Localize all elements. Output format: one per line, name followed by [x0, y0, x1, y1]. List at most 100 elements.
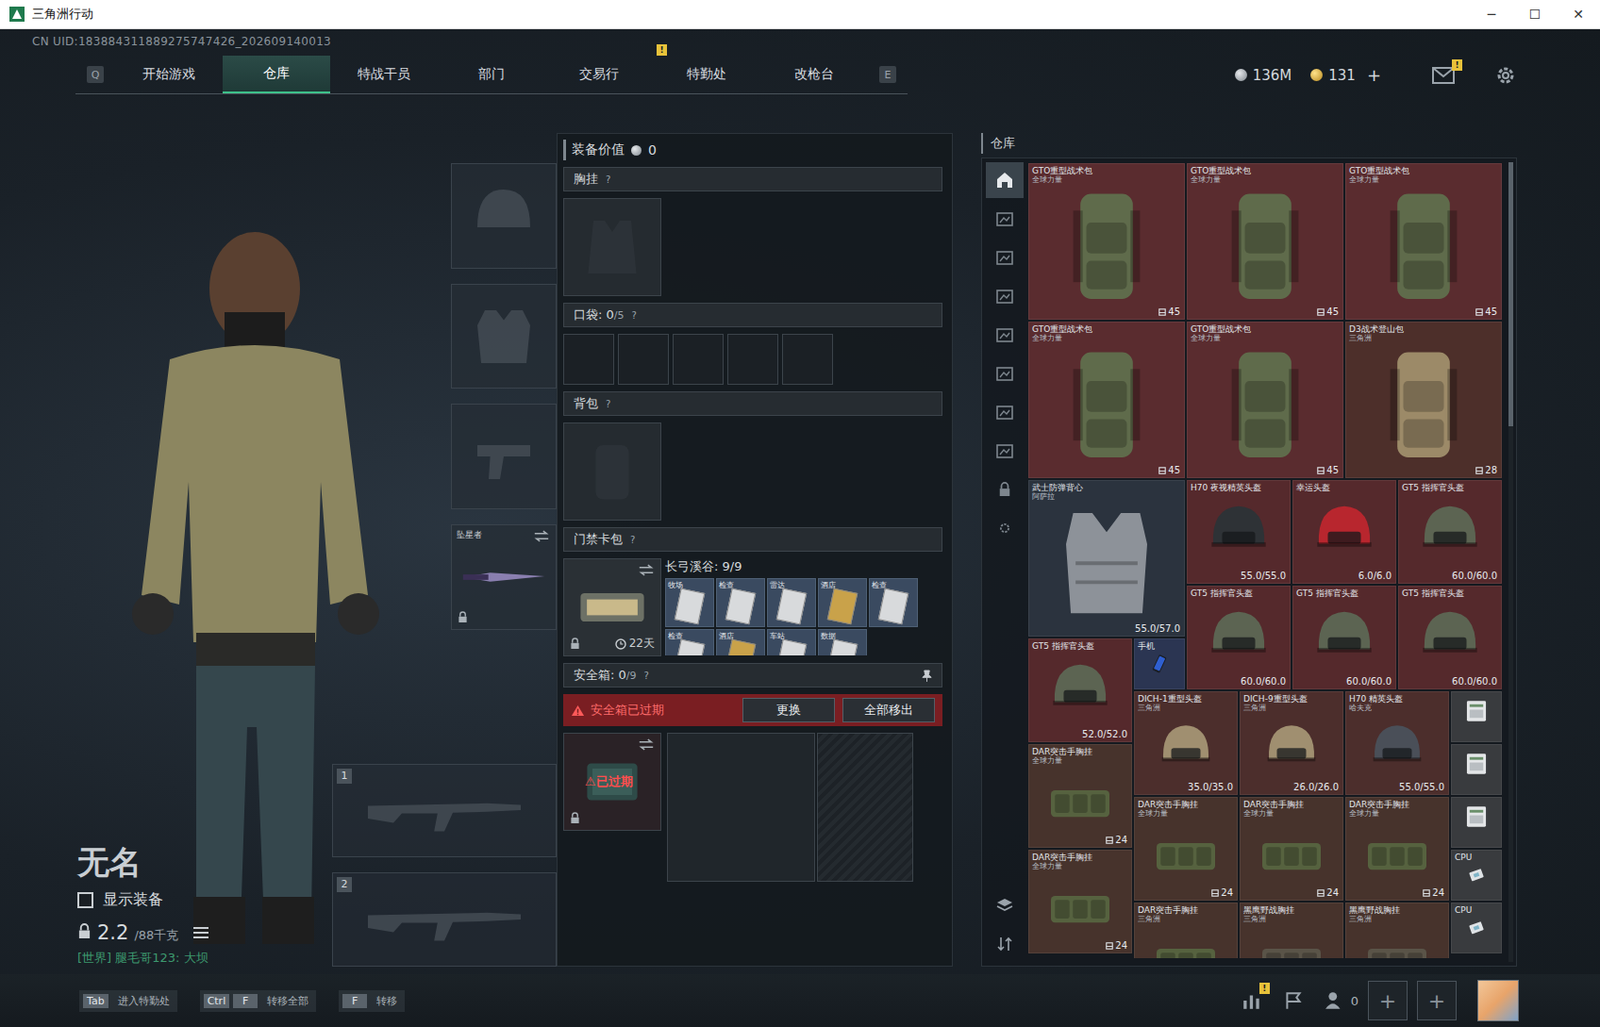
inventory-item[interactable]: DAR突击手胸挂 全球力量 24: [1239, 797, 1344, 901]
warehouse-tab[interactable]: [985, 162, 1024, 199]
help-button[interactable]: ?: [632, 310, 637, 321]
nav-tab[interactable]: 交易行: [545, 55, 653, 94]
inventory-item[interactable]: [1450, 797, 1502, 849]
equipment-slot[interactable]: 坠星者: [450, 524, 557, 631]
warehouse-tab[interactable]: [985, 510, 1024, 547]
key-hint[interactable]: F 转移: [338, 990, 405, 1013]
show-equipment-toggle[interactable]: 显示装备: [77, 890, 331, 911]
help-button[interactable]: ?: [630, 534, 635, 546]
nav-prev-key[interactable]: Q: [86, 66, 104, 84]
weapon-slot[interactable]: 1: [332, 764, 557, 859]
add-teammate-button[interactable]: +: [1416, 981, 1457, 1021]
inventory-item[interactable]: H70 夜视精英头盔 55.0/55.0: [1186, 480, 1291, 584]
swap-icon[interactable]: [637, 738, 655, 751]
equipment-slot[interactable]: [450, 163, 557, 269]
inventory-item[interactable]: GTO重型战术包 全球力量 45: [1186, 321, 1344, 479]
add-teammate-button[interactable]: +: [1367, 981, 1408, 1021]
player-avatar[interactable]: [1477, 980, 1519, 1022]
pin-icon[interactable]: [921, 669, 933, 683]
inventory-item[interactable]: GT5 指挥官头盔 60.0/60.0: [1398, 480, 1502, 584]
equipment-slot[interactable]: [450, 283, 557, 390]
card-pack-slot[interactable]: 22天: [563, 558, 662, 657]
safe-box-slot[interactable]: ⚠已过期: [563, 733, 662, 832]
weapon-slot[interactable]: 2: [332, 872, 557, 967]
nav-tab[interactable]: 部门: [437, 55, 546, 94]
warehouse-tool[interactable]: [985, 887, 1024, 924]
inventory-item[interactable]: GT5 指挥官头盔 52.0/52.0: [1028, 638, 1133, 743]
warehouse-tab[interactable]: [985, 471, 1024, 508]
inventory-item[interactable]: DICH-1重型头盔 三角洲 35.0/35.0: [1133, 691, 1238, 796]
warehouse-tab[interactable]: [985, 278, 1024, 315]
inventory-item[interactable]: GT5 指挥官头盔 60.0/60.0: [1292, 585, 1397, 690]
inventory-item[interactable]: H70 精英头盔 哈夫克 55.0/55.0: [1345, 691, 1450, 796]
nav-next-key[interactable]: E: [879, 66, 897, 84]
inventory-item[interactable]: GTO重型战术包 全球力量 45: [1345, 163, 1502, 320]
access-card[interactable]: 酒店: [817, 578, 867, 628]
warehouse-tab[interactable]: [985, 394, 1024, 431]
checkbox[interactable]: [77, 892, 94, 909]
pocket-slot[interactable]: [672, 333, 724, 385]
inventory-item[interactable]: GTO重型战术包 全球力量 45: [1028, 321, 1185, 479]
inventory-item[interactable]: GT5 指挥官头盔 60.0/60.0: [1186, 585, 1291, 690]
nav-tab[interactable]: ! 特勤处: [652, 55, 761, 94]
warehouse-tab[interactable]: [985, 239, 1024, 276]
inventory-item[interactable]: [1450, 744, 1502, 796]
pocket-slot[interactable]: [727, 333, 779, 385]
access-card[interactable]: 雷达: [766, 578, 817, 628]
inventory-item[interactable]: GT5 指挥官头盔 60.0/60.0: [1398, 585, 1502, 690]
scrollbar-thumb[interactable]: [1508, 162, 1514, 427]
inventory-item[interactable]: 幸运头盔 6.0/6.0: [1292, 480, 1397, 584]
list-icon[interactable]: [193, 926, 209, 940]
nav-tab[interactable]: 开始游戏: [115, 55, 223, 94]
warehouse-tab[interactable]: [985, 355, 1024, 392]
access-card[interactable]: 数据: [817, 629, 867, 656]
inventory-item[interactable]: D3战术登山包 三角洲 28: [1345, 321, 1502, 479]
key-hint[interactable]: Tab 进入特勤处: [79, 990, 178, 1013]
swap-icon[interactable]: [637, 564, 655, 577]
inventory-item[interactable]: GTO重型战术包 全球力量 45: [1028, 163, 1185, 320]
inventory-item[interactable]: [1450, 691, 1502, 743]
equipment-slot[interactable]: [450, 403, 557, 510]
key-hint[interactable]: CtrlF 转移全部: [200, 990, 317, 1013]
safe-box-button[interactable]: 全部移出: [842, 698, 935, 723]
warehouse-tab[interactable]: [985, 200, 1024, 237]
nav-tab[interactable]: 特战干员: [330, 55, 438, 94]
swap-icon[interactable]: [533, 530, 550, 543]
settings-gear-icon[interactable]: [1494, 64, 1517, 87]
warehouse-tool[interactable]: [985, 926, 1024, 963]
access-card[interactable]: 牧场: [665, 578, 715, 628]
pocket-slot[interactable]: [617, 333, 669, 385]
inventory-item[interactable]: CPU: [1450, 850, 1502, 901]
warehouse-tab[interactable]: [985, 316, 1024, 353]
stats-button[interactable]: !: [1241, 990, 1263, 1012]
help-button[interactable]: ?: [644, 670, 650, 682]
window-control-button[interactable]: ─: [1469, 6, 1514, 22]
window-control-button[interactable]: ✕: [1556, 6, 1600, 22]
inventory-item[interactable]: 黑鹰野战胸挂 三角洲: [1239, 902, 1344, 959]
inventory-item[interactable]: DICH-9重型头盔 三角洲 26.0/26.0: [1239, 691, 1344, 796]
access-card[interactable]: 检查: [665, 629, 715, 656]
mail-button[interactable]: !: [1432, 66, 1455, 84]
nav-tab[interactable]: 仓库: [222, 55, 331, 94]
inventory-item[interactable]: DAR突击手胸挂 三角洲: [1133, 902, 1238, 959]
inventory-item[interactable]: GTO重型战术包 全球力量 45: [1186, 163, 1344, 320]
inventory-item[interactable]: 黑鹰野战胸挂 三角洲: [1345, 902, 1450, 959]
friends-button[interactable]: 0: [1324, 990, 1359, 1012]
backpack-slot[interactable]: [563, 422, 662, 521]
inventory-item[interactable]: DAR突击手胸挂 全球力量 24: [1028, 744, 1133, 849]
nav-tab[interactable]: 改枪台: [760, 55, 868, 94]
inventory-item[interactable]: DAR突击手胸挂 全球力量 24: [1345, 797, 1450, 901]
inventory-item[interactable]: 武士防弹背心 阿萨拉 55.0/57.0: [1028, 480, 1185, 637]
pocket-slot[interactable]: [563, 333, 615, 385]
access-card[interactable]: 酒店: [716, 629, 766, 656]
warehouse-tab[interactable]: [985, 433, 1024, 469]
add-currency-button[interactable]: +: [1366, 65, 1382, 85]
safe-box-button[interactable]: 更换: [742, 698, 835, 723]
help-button[interactable]: ?: [605, 399, 611, 410]
flag-icon[interactable]: [1283, 990, 1304, 1012]
inventory-item[interactable]: 手机: [1133, 638, 1185, 690]
inventory-item[interactable]: CPU: [1450, 902, 1502, 954]
inventory-item[interactable]: DAR突击手胸挂 全球力量 24: [1133, 797, 1238, 901]
access-card[interactable]: 检查: [716, 578, 766, 628]
warehouse-scrollbar[interactable]: [1508, 162, 1514, 963]
